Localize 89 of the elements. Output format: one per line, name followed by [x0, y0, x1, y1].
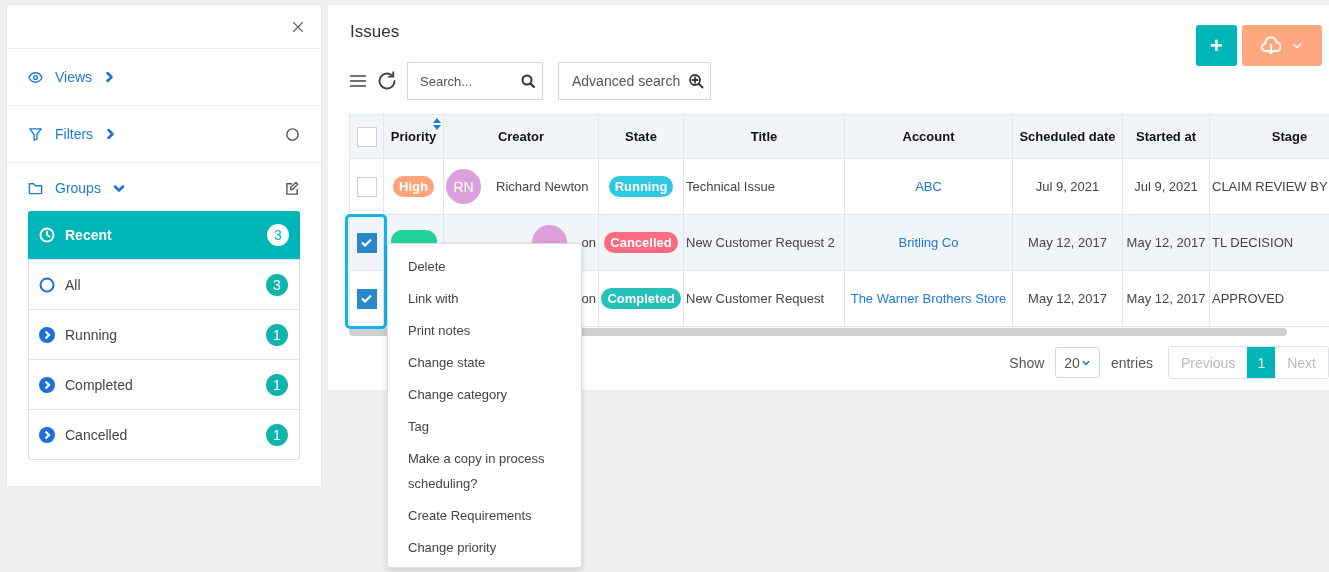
search-icon: [520, 73, 536, 89]
group-label: Running: [65, 326, 118, 343]
table-cell: TL DECISION: [1212, 235, 1294, 250]
table-cell: May 12, 2017: [1126, 235, 1206, 250]
search-field[interactable]: Search...: [407, 62, 543, 100]
page-title: Issues: [350, 22, 401, 42]
edit-icon: [285, 180, 300, 196]
chevron-circle-icon: [39, 426, 55, 443]
clock-icon: [39, 227, 55, 243]
count-badge: 1: [266, 373, 288, 396]
table-cell: CLAIM REVIEW BY: [1212, 179, 1328, 194]
column-header[interactable]: Started at: [1122, 114, 1210, 159]
entries-label: entries: [1110, 354, 1153, 371]
column-header[interactable]: Creator: [443, 114, 599, 159]
group-label: Recent: [65, 227, 112, 243]
group-item[interactable]: Cancelled 1: [29, 409, 299, 459]
group-item[interactable]: Running 1: [29, 309, 299, 359]
show-label: Show: [1009, 354, 1045, 371]
column-header[interactable]: Priority: [383, 114, 444, 159]
eye-icon: [28, 69, 43, 85]
section-toggle[interactable]: Groups: [55, 180, 101, 196]
creator-name: on: [581, 235, 596, 250]
group-label: All: [65, 276, 81, 293]
menu-item[interactable]: Print notes: [388, 314, 581, 346]
chevron-circle-icon: [39, 326, 55, 343]
menu-item[interactable]: Delete: [388, 250, 581, 282]
menu-item[interactable]: Link with: [388, 282, 581, 314]
close-button[interactable]: [291, 19, 305, 34]
menu-item[interactable]: Change state: [388, 346, 581, 378]
menu-button[interactable]: [349, 73, 367, 89]
state-badge: Completed: [601, 288, 681, 309]
cloud-download-icon: [1261, 35, 1281, 56]
priority-badge: High: [393, 176, 434, 197]
chevron-circle-icon: [39, 376, 55, 393]
table-cell: APPROVED: [1212, 291, 1285, 306]
group-label: Cancelled: [65, 426, 128, 443]
checkbox[interactable]: [356, 126, 377, 147]
circle-icon: [39, 276, 55, 293]
group-item[interactable]: All 3: [29, 259, 299, 309]
column-header[interactable]: Title: [683, 114, 845, 159]
column-header[interactable]: Stage: [1209, 114, 1329, 159]
folder-icon: [28, 180, 43, 196]
menu-item[interactable]: Change priority: [388, 531, 581, 563]
table-cell: May 12, 2017: [1028, 291, 1107, 306]
count-badge: 3: [266, 273, 288, 296]
state-badge: Running: [608, 176, 674, 197]
page-size-select[interactable]: 20: [1055, 347, 1100, 378]
check-icon: [361, 238, 372, 247]
account-link[interactable]: Britling Co: [898, 235, 959, 250]
account-link[interactable]: ABC: [915, 179, 942, 194]
filter-icon: [28, 126, 43, 142]
column-header[interactable]: Account: [844, 114, 1013, 159]
menu-item[interactable]: Tag: [388, 410, 581, 442]
table-cell: May 12, 2017: [1028, 235, 1107, 250]
menu-item[interactable]: Create Requirements: [388, 499, 581, 531]
column-header[interactable]: Scheduled date: [1012, 114, 1123, 159]
close-icon: [291, 19, 305, 34]
count-badge: 1: [266, 323, 288, 346]
column-header[interactable]: State: [598, 114, 684, 159]
checkbox[interactable]: [356, 176, 377, 197]
table-cell: Jul 9, 2021: [1134, 179, 1198, 194]
table-cell: May 12, 2017: [1126, 291, 1206, 306]
chevron-down-icon[interactable]: [112, 182, 125, 194]
menu-item[interactable]: Change category: [388, 378, 581, 410]
refresh-button[interactable]: [377, 71, 397, 91]
count-badge: 3: [267, 224, 289, 246]
zoom-in-icon: [688, 73, 705, 89]
advanced-search-button[interactable]: Advanced search: [558, 62, 712, 100]
section-toggle[interactable]: Views: [55, 69, 93, 85]
table-cell: Jul 9, 2021: [1035, 179, 1100, 194]
count-badge: 1: [266, 423, 288, 446]
group-label: Completed: [65, 376, 133, 393]
avatar: RN: [446, 169, 481, 204]
section-toggle[interactable]: Filters: [55, 126, 94, 142]
group-item[interactable]: Completed 1: [29, 359, 299, 409]
creator-name: Richard Newton: [496, 179, 589, 194]
circle-icon: [285, 126, 300, 142]
refresh-icon: [377, 71, 397, 91]
table-cell: New Customer Request: [686, 291, 824, 306]
table-cell: New Customer Request 2: [686, 235, 835, 250]
check-icon: [361, 294, 372, 303]
table-cell: Technical Issue: [686, 179, 775, 194]
checkbox[interactable]: [356, 232, 377, 253]
menu-item[interactable]: Make a copy in process scheduling?: [388, 442, 581, 499]
sort-icon[interactable]: [433, 118, 441, 130]
state-badge: Cancelled: [604, 232, 678, 253]
menu-icon: [349, 73, 367, 89]
creator-name: on: [581, 291, 596, 306]
checkbox[interactable]: [356, 288, 377, 309]
